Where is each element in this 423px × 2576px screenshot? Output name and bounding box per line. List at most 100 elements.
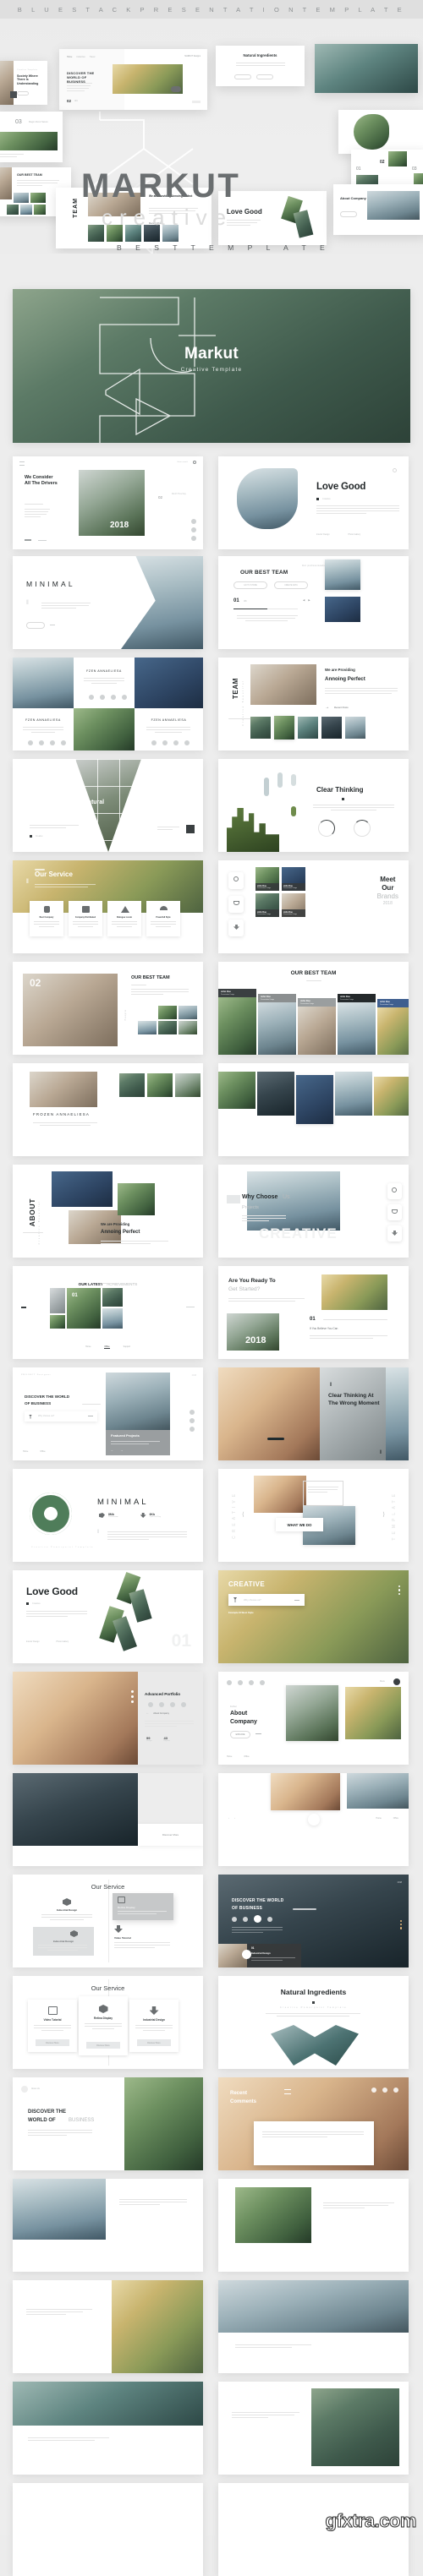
slide-minimal-logo[interactable]: Creative Powerpoint Template MINIMAL 8Mb… xyxy=(13,1469,203,1562)
slide-clear-thinking-quote[interactable]: ‖ Clear Thinking At The Wrong Moment ‖ xyxy=(218,1367,409,1460)
slide-latest-achievements[interactable]: OUR LATEST ACHIEVEMENTS 01 Home Office S… xyxy=(13,1266,203,1359)
cart-icon[interactable] xyxy=(232,1916,237,1922)
minimal-button[interactable] xyxy=(26,622,45,629)
slide-natural-ingredients[interactable]: Natural Ingredients Creative Powerpoint … xyxy=(218,1976,409,2069)
prev-arrow-icon[interactable] xyxy=(21,1307,26,1308)
thumb-about-company-button[interactable] xyxy=(340,211,357,217)
twitter-icon[interactable] xyxy=(181,1702,186,1707)
prev-icon[interactable]: ← xyxy=(111,1449,113,1452)
love-good-tag-1[interactable]: Photo Gallery xyxy=(349,533,360,536)
twitter-icon[interactable] xyxy=(190,1410,195,1415)
creative-hero-search[interactable]: Why choose us? xyxy=(228,1594,305,1606)
achievements-nav-0[interactable]: Home xyxy=(85,1345,91,1349)
thumb-landscape[interactable] xyxy=(315,44,418,93)
cart-icon[interactable] xyxy=(227,1680,232,1685)
slide-filler-right-3[interactable] xyxy=(218,2382,409,2475)
slide-best-team-02[interactable]: 02 OUR BEST TEAM People xyxy=(13,962,203,1055)
achievements-nav-2[interactable]: Support xyxy=(124,1345,130,1349)
slide-minimal[interactable]: MINIMAL ‖ xyxy=(13,556,203,649)
facebook-icon[interactable] xyxy=(28,740,33,745)
love-good-tag-0[interactable]: Interior Design xyxy=(316,533,330,536)
cloud-icon[interactable] xyxy=(238,1680,243,1685)
discover-nav-0[interactable]: Home xyxy=(23,1450,28,1453)
discover-search-box[interactable]: Why choose us? xyxy=(25,1411,97,1422)
slide-filler-left-2[interactable] xyxy=(13,2280,203,2373)
twitter-icon[interactable] xyxy=(267,1916,272,1922)
thumb-discover-nav-2[interactable]: Travel xyxy=(90,56,96,58)
discover-more-button[interactable]: Discover More xyxy=(162,1833,179,1836)
slide-creative-hero[interactable]: CREATIVE Why choose us? Example Of Best … xyxy=(218,1570,409,1663)
prev-icon[interactable]: ◀ xyxy=(303,598,305,602)
hamburger-icon[interactable] xyxy=(19,461,25,466)
slide-meet-our-brands[interactable]: John Doe Presentation Design John Doe Pr… xyxy=(218,860,409,953)
next-arrow-icon[interactable] xyxy=(38,539,47,541)
facebook-icon[interactable] xyxy=(151,740,157,745)
linkedin-icon[interactable] xyxy=(254,1915,261,1923)
linkedin-icon[interactable] xyxy=(173,740,179,745)
recent-comments-card[interactable] xyxy=(254,2121,374,2165)
twitter-icon[interactable] xyxy=(260,1680,265,1685)
achievements-nav-1[interactable]: Office xyxy=(104,1345,110,1349)
slide-discover-world[interactable]: PROJECT Designer 2018 DISCOVER THE WORLD… xyxy=(13,1367,203,1460)
slide-filler-right-2[interactable] xyxy=(218,2280,409,2373)
linkedin-icon[interactable] xyxy=(50,740,55,745)
about-company-nav-1[interactable]: Office xyxy=(244,1755,249,1758)
slide-advanced-portfolio[interactable]: Advanced Portfolio ‹ › About Company 99 … xyxy=(13,1672,203,1765)
service-card-button-1[interactable]: Discover More xyxy=(86,2042,120,2049)
love-good-02-tag-0[interactable]: Interior Design xyxy=(26,1640,40,1643)
slide-why-choose-us[interactable]: Why Choose Us Projects CREATIVE xyxy=(218,1165,409,1258)
thumb-about-company[interactable]: About Company xyxy=(333,184,423,235)
twitter-icon[interactable] xyxy=(61,740,66,745)
twitter-icon[interactable] xyxy=(393,2088,398,2093)
slide-clear-thinking[interactable]: Clear Thinking xyxy=(218,759,409,852)
slide-filler-left-3[interactable] xyxy=(13,2382,203,2475)
discover-nav-1[interactable]: Office xyxy=(40,1450,45,1453)
discover-more-box[interactable]: Discover More xyxy=(138,1824,203,1846)
slide-our-service-cards[interactable]: Our Service Video Tutorial Discover More… xyxy=(13,1976,203,2069)
advanced-portfolio-link[interactable]: About Company xyxy=(153,1712,169,1715)
linkedin-icon[interactable] xyxy=(170,1702,175,1707)
hero-slide-preview[interactable]: Markut Creative Template xyxy=(13,289,410,443)
linkedin-icon[interactable] xyxy=(190,1427,195,1432)
slide-filler-right-1[interactable] xyxy=(218,2179,409,2272)
team-link[interactable]: Recent Posts xyxy=(334,706,349,709)
slide-frozen[interactable]: FROZEN ANNAELIESA xyxy=(13,1063,203,1156)
thumb-society-button[interactable] xyxy=(17,91,29,96)
cart-icon[interactable] xyxy=(233,901,239,905)
play-button[interactable] xyxy=(307,1814,320,1826)
arrow-right-icon[interactable] xyxy=(255,1733,261,1734)
menu-icon[interactable] xyxy=(393,1678,400,1685)
slide-filler-left-1[interactable] xyxy=(13,2179,203,2272)
search-icon[interactable] xyxy=(193,461,196,464)
cloud-icon[interactable] xyxy=(100,695,105,700)
photo-icon[interactable] xyxy=(186,825,195,833)
slide-team[interactable]: TEAM Creative Beautiful We are Providing… xyxy=(218,658,409,750)
slide-best-team-cards[interactable]: OUR BEST TEAM John Doe Presentation Desi… xyxy=(218,962,409,1055)
service-card-button-0[interactable]: Discover More xyxy=(36,2039,69,2046)
thumb-numbers-03[interactable]: 03 Magic About Nature xyxy=(0,112,63,162)
cart-icon[interactable] xyxy=(371,2088,376,2093)
facebook-icon[interactable] xyxy=(191,527,196,532)
slide-discover-business-dark[interactable]: 2018 DISCOVER THE WORLD OF BUSINESS 01 I… xyxy=(218,1875,409,1967)
download-icon[interactable] xyxy=(233,925,239,930)
cloud-icon[interactable] xyxy=(162,740,168,745)
cart-icon[interactable] xyxy=(392,1209,398,1214)
arrow-right-icon[interactable]: → xyxy=(325,705,329,710)
slide-filler-left-4[interactable] xyxy=(13,2483,203,2576)
slide-discover-more[interactable]: Discover More xyxy=(13,1773,203,1866)
slide-our-best-team[interactable]: Our professionals OUR BEST TEAM GO TO ST… xyxy=(218,556,409,649)
hamburger-icon[interactable] xyxy=(284,2089,291,2094)
slide-our-service[interactable]: Our Service ‖ Best Company Company Distr… xyxy=(13,860,203,953)
slide-discover-world-bottom[interactable]: About Us DISCOVER THE WORLD OF BUSINESS xyxy=(13,2077,203,2170)
our-best-team-button-1[interactable]: CREATE DATA xyxy=(274,581,308,589)
cloud-icon[interactable] xyxy=(243,1916,248,1922)
about-company-nav-0[interactable]: Home xyxy=(227,1755,232,1758)
slide-ready-to-start[interactable]: Are You Ready To Get Started? 2018 01 If… xyxy=(218,1266,409,1359)
chevron-left-icon[interactable]: ⟨ xyxy=(242,1511,244,1518)
slide-love-good-02[interactable]: Love Good Creative Interior Design Photo… xyxy=(13,1570,203,1663)
thumb-discover-nav-1[interactable]: Industries xyxy=(76,56,85,58)
thumb-discover[interactable]: Home Industries Travel MARKUT Designs DI… xyxy=(59,49,207,110)
slide-what-we-do[interactable]: CREATIVE TEMPLATE WHAT WE DO ⟨ ⟩ xyxy=(218,1469,409,1562)
slide-our-service-grid[interactable]: Our Service Industrial Design Retina Dis… xyxy=(13,1875,203,1967)
cloud-icon[interactable] xyxy=(159,1702,164,1707)
